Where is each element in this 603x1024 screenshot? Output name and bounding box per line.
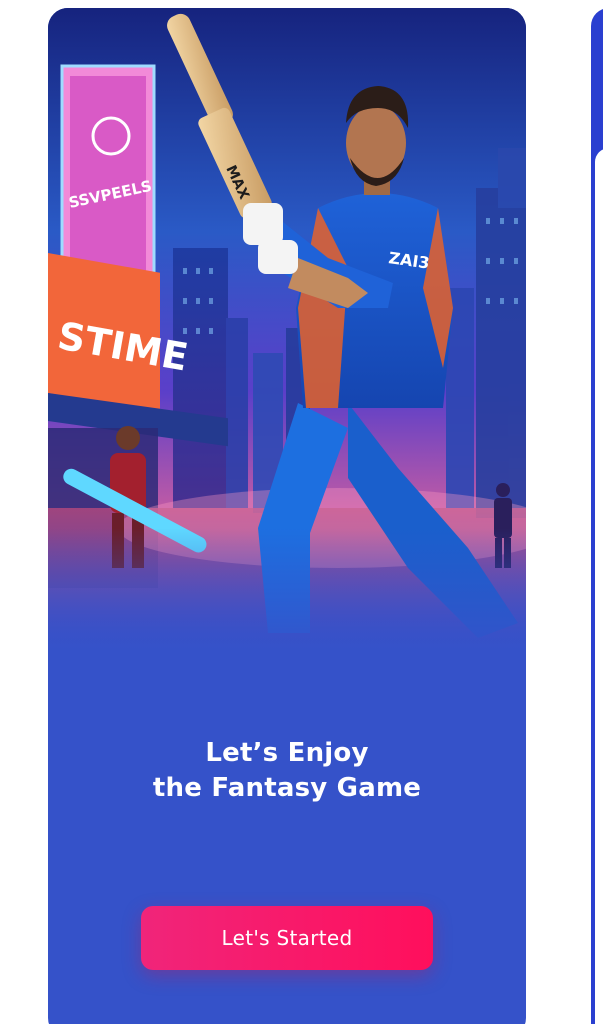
next-card-content (595, 148, 603, 1024)
headline-line-2: the Fantasy Game (152, 773, 422, 803)
get-started-button[interactable]: Let's Started (141, 906, 433, 970)
next-onboarding-card-peek[interactable] (591, 8, 603, 1024)
billboard-top: SSVPEELS (60, 64, 156, 283)
onboarding-card: SSVPEELS STIME MAX ZAI3 Let’s Enjoy the … (48, 8, 526, 1024)
hero-fade (48, 528, 526, 658)
onboarding-screen: SSVPEELS STIME MAX ZAI3 Let’s Enjoy the … (0, 0, 603, 1024)
hero-illustration: SSVPEELS STIME MAX ZAI3 (48, 8, 526, 658)
headline-line-1: Let’s Enjoy (205, 738, 369, 768)
onboarding-headline: Let’s Enjoy the Fantasy Game (48, 736, 526, 806)
